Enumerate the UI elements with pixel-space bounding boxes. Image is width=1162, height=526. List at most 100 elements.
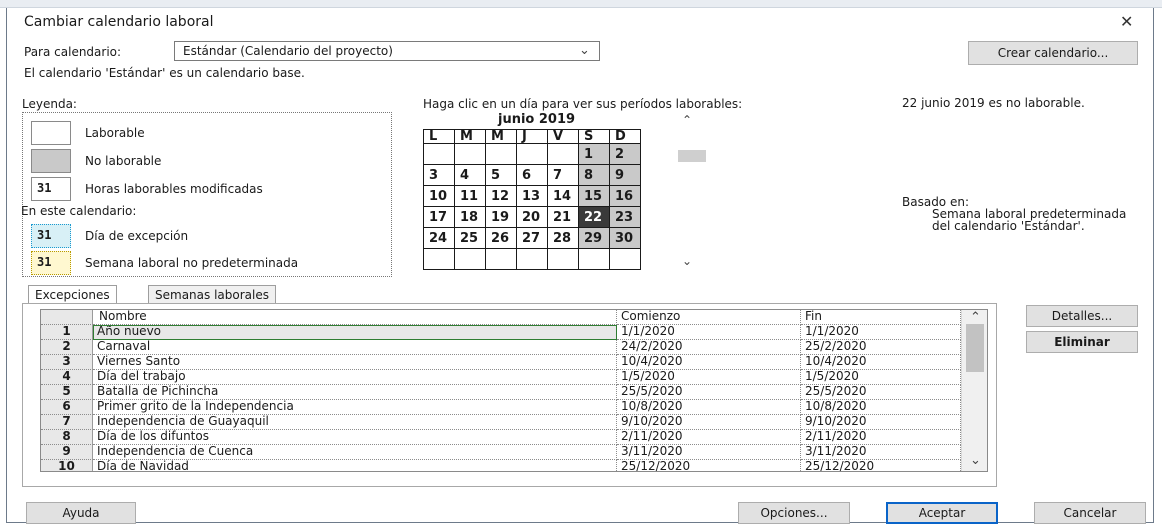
end-date-cell[interactable]: 25/5/2020 [801,385,961,400]
cancel-button[interactable]: Cancelar [1034,502,1146,524]
base-calendar-note: El calendario 'Estándar' es un calendari… [24,66,305,80]
start-date-cell[interactable]: 10/4/2020 [617,355,801,370]
calendar-day-cell[interactable]: 16 [609,185,641,207]
exception-name-cell[interactable]: Viernes Santo [93,355,617,370]
exception-name-cell[interactable]: Independencia de Cuenca [93,445,617,460]
scrollbar-thumb[interactable] [966,324,984,372]
calendar-day-cell[interactable]: 4 [454,164,486,186]
month-calendar[interactable]: LMMJVSD 1 2 3 4 5 6 7 8 9 10 11 12 13 14 15 16 17 18 19 20 2… [423,129,641,270]
calendar-day-cell[interactable]: 1 [578,143,610,165]
chevron-down-icon[interactable]: ⌄ [970,453,981,468]
start-date-cell[interactable]: 24/2/2020 [617,340,801,355]
calendar-day-cell[interactable]: 17 [423,206,455,228]
exception-name-cell[interactable]: Batalla de Pichincha [93,385,617,400]
help-button[interactable]: Ayuda [26,502,136,524]
calendar-day-cell[interactable]: 2 [609,143,641,165]
empty-day-cell [423,248,455,270]
delete-button[interactable]: Eliminar [1026,331,1138,353]
accept-button[interactable]: Aceptar [886,502,998,524]
calendar-scroll-thumb[interactable] [678,150,706,162]
tab-work-weeks[interactable]: Semanas laborales [148,285,276,304]
calendar-day-cell[interactable]: 3 [423,164,455,186]
exception-name-cell[interactable]: Día de los difuntos [93,430,617,445]
end-date-cell[interactable]: 9/10/2020 [801,415,961,430]
start-date-cell[interactable]: 3/11/2020 [617,445,801,460]
start-date-cell[interactable]: 1/1/2020 [617,325,801,340]
column-header-end[interactable]: Fin [801,310,961,325]
calendar-day-cell[interactable]: 23 [609,206,641,228]
calendar-day-cell[interactable]: 6 [516,164,548,186]
start-date-cell[interactable]: 9/10/2020 [617,415,801,430]
end-date-cell[interactable]: 2/11/2020 [801,430,961,445]
table-row[interactable]: 5 Batalla de Pichincha 25/5/2020 25/5/2020 [41,385,961,400]
table-row[interactable]: 4 Día del trabajo 1/5/2020 1/5/2020 [41,370,961,385]
grid-vertical-scrollbar[interactable]: ⌃ ⌄ [961,310,987,471]
calendar-day-cell[interactable]: 14 [547,185,579,207]
calendar-day-cell[interactable]: 27 [516,227,548,249]
end-date-cell[interactable]: 25/12/2020 [801,460,961,471]
column-header-name[interactable]: Nombre [93,310,617,325]
calendar-day-cell[interactable]: 10 [423,185,455,207]
calendar-day-cell[interactable]: 9 [609,164,641,186]
table-row[interactable]: 10 Día de Navidad 25/12/2020 25/12/2020 [41,460,961,471]
calendar-day-cell[interactable]: 15 [578,185,610,207]
create-calendar-button[interactable]: Crear calendario... [968,41,1138,65]
empty-day-cell [454,143,486,165]
calendar-day-cell[interactable]: 13 [516,185,548,207]
calendar-day-cell[interactable]: 19 [485,206,517,228]
table-row[interactable]: 8 Día de los difuntos 2/11/2020 2/11/2020 [41,430,961,445]
start-date-cell[interactable]: 2/11/2020 [617,430,801,445]
end-date-cell[interactable]: 3/11/2020 [801,445,961,460]
table-row[interactable]: 1 Año nuevo 1/1/2020 1/1/2020 [41,325,961,340]
calendar-day-cell[interactable]: 26 [485,227,517,249]
tab-exceptions[interactable]: Excepciones [28,285,117,304]
calendar-day-cell[interactable]: 28 [547,227,579,249]
exception-name-cell[interactable]: Independencia de Guayaquil [93,415,617,430]
calendar-day-cell[interactable]: 12 [485,185,517,207]
end-date-cell[interactable]: 1/1/2020 [801,325,961,340]
table-row[interactable]: 6 Primer grito de la Independencia 10/8/20… [41,400,961,415]
exception-name-cell[interactable]: Día de Navidad [93,460,617,471]
weekday-header: J [516,129,548,144]
exception-name-cell[interactable]: Año nuevo [93,325,617,340]
exception-name-cell[interactable]: Primer grito de la Independencia [93,400,617,415]
calendar-day-cell[interactable]: 5 [485,164,517,186]
calendar-day-cell[interactable]: 29 [578,227,610,249]
start-date-cell[interactable]: 10/8/2020 [617,400,801,415]
exception-name-cell[interactable]: Día del trabajo [93,370,617,385]
start-date-cell[interactable]: 25/5/2020 [617,385,801,400]
details-button[interactable]: Detalles... [1026,305,1138,327]
calendar-day-cell[interactable]: 24 [423,227,455,249]
calendar-day-cell[interactable]: 20 [516,206,548,228]
calendar-day-cell[interactable]: 11 [454,185,486,207]
table-row[interactable]: 2 Carnaval 24/2/2020 25/2/2020 [41,340,961,355]
exception-name-cell[interactable]: Carnaval [93,340,617,355]
chevron-up-icon[interactable]: ⌃ [970,310,981,325]
empty-day-cell [516,248,548,270]
row-number-header [41,310,93,325]
exceptions-grid[interactable]: Nombre Comienzo Fin 1 Año nuevo 1/1/2020 1/… [40,309,988,472]
table-row[interactable]: 3 Viernes Santo 10/4/2020 10/4/2020 [41,355,961,370]
column-header-start[interactable]: Comienzo [617,310,801,325]
start-date-cell[interactable]: 1/5/2020 [617,370,801,385]
end-date-cell[interactable]: 10/4/2020 [801,355,961,370]
calendar-day-cell[interactable]: 8 [578,164,610,186]
calendar-select[interactable]: Estándar (Calendario del proyecto) ⌄ [174,41,600,61]
calendar-day-cell[interactable]: 25 [454,227,486,249]
weekday-header: V [547,129,579,144]
table-row[interactable]: 7 Independencia de Guayaquil 9/10/2020 9/10… [41,415,961,430]
start-date-cell[interactable]: 25/12/2020 [617,460,801,471]
calendar-day-cell[interactable]: 22 [578,206,610,228]
options-button[interactable]: Opciones... [738,502,850,524]
table-row[interactable]: 9 Independencia de Cuenca 3/11/2020 3/11/20… [41,445,961,460]
chevron-down-icon[interactable]: ⌄ [682,254,692,268]
end-date-cell[interactable]: 25/2/2020 [801,340,961,355]
calendar-day-cell[interactable]: 18 [454,206,486,228]
close-icon[interactable]: ✕ [1120,12,1133,31]
end-date-cell[interactable]: 10/8/2020 [801,400,961,415]
calendar-day-cell[interactable]: 21 [547,206,579,228]
calendar-day-cell[interactable]: 30 [609,227,641,249]
end-date-cell[interactable]: 1/5/2020 [801,370,961,385]
calendar-day-cell[interactable]: 7 [547,164,579,186]
chevron-up-icon[interactable]: ⌃ [682,113,692,127]
